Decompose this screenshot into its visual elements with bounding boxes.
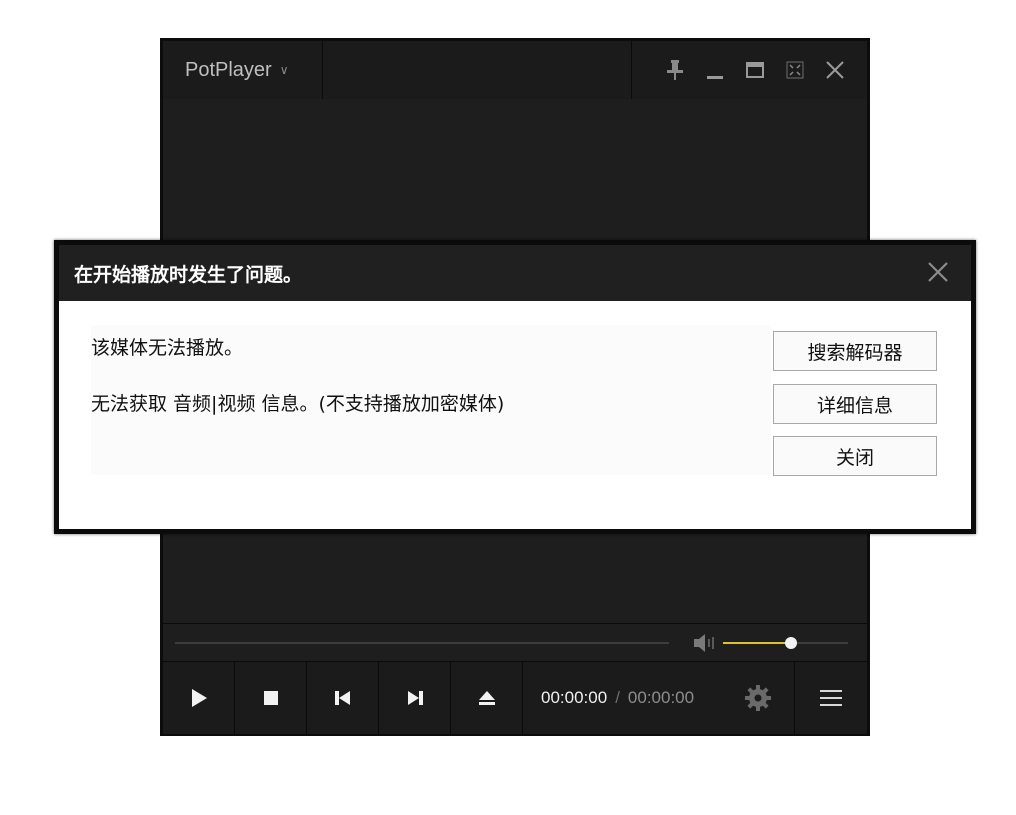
stop-icon	[263, 691, 278, 705]
message-line: 无法获取 音频|视频 信息。(不支持播放加密媒体)	[91, 393, 505, 415]
current-time: 00:00:00	[541, 688, 608, 707]
volume-knob[interactable]	[784, 637, 797, 649]
close-window-button[interactable]	[821, 56, 849, 84]
dialog-message-area: 该媒体无法播放。 无法获取 音频|视频 信息。(不支持播放加密媒体)	[91, 325, 771, 475]
pin-icon	[667, 60, 683, 80]
speaker-icon[interactable]	[693, 633, 717, 653]
volume-level	[723, 642, 791, 644]
close-icon	[826, 61, 844, 79]
menu-button[interactable]	[795, 662, 867, 734]
previous-icon	[334, 691, 350, 705]
close-icon[interactable]	[925, 259, 951, 285]
window-controls	[631, 41, 867, 99]
control-bar: 00:00:00 / 00:00:00	[163, 661, 867, 734]
title-bar: PotPlayer ∨	[163, 41, 867, 100]
menu-icon	[820, 690, 842, 706]
eject-icon	[478, 691, 495, 705]
message-line: 该媒体无法播放。	[91, 337, 244, 359]
chevron-down-icon: ∨	[279, 63, 289, 77]
maximize-icon	[746, 62, 764, 78]
close-button[interactable]: 关闭	[773, 436, 937, 476]
minimize-icon	[707, 76, 723, 79]
app-menu-button[interactable]: PotPlayer ∨	[163, 41, 323, 99]
search-codec-button[interactable]: 搜索解码器	[773, 331, 937, 371]
app-title: PotPlayer	[185, 58, 272, 81]
next-button[interactable]	[379, 662, 451, 734]
previous-button[interactable]	[307, 662, 379, 734]
seek-bar[interactable]	[175, 642, 669, 644]
dialog-title: 在开始播放时发生了问题。	[74, 263, 303, 286]
fullscreen-icon	[786, 61, 804, 79]
stop-button[interactable]	[235, 662, 307, 734]
next-icon	[407, 691, 423, 705]
gear-icon[interactable]	[744, 684, 772, 712]
play-icon	[191, 689, 207, 707]
volume-slider[interactable]	[723, 637, 848, 649]
eject-button[interactable]	[451, 662, 523, 734]
minimize-button[interactable]	[701, 56, 729, 84]
time-separator: /	[615, 688, 620, 707]
details-button[interactable]: 详细信息	[773, 384, 937, 424]
maximize-button[interactable]	[741, 56, 769, 84]
dialog-title-bar: 在开始播放时发生了问题。	[59, 245, 971, 301]
time-display: 00:00:00 / 00:00:00	[523, 662, 795, 734]
total-time: 00:00:00	[627, 688, 695, 707]
seek-row	[163, 623, 867, 662]
play-button[interactable]	[163, 662, 235, 734]
fullscreen-button[interactable]	[781, 56, 809, 84]
pin-button[interactable]	[661, 56, 689, 84]
error-dialog: 在开始播放时发生了问题。 该媒体无法播放。 无法获取 音频|视频 信息。(不支持…	[54, 240, 976, 534]
